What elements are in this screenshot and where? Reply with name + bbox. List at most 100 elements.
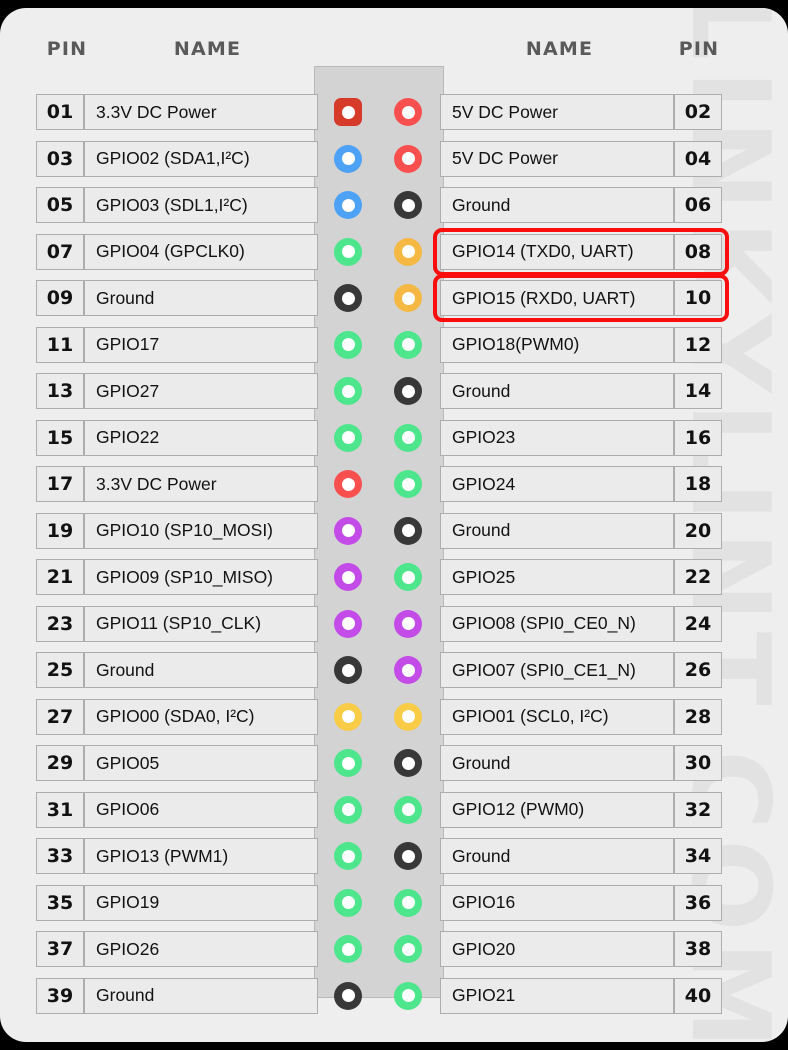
gpio-pad-right[interactable]: [394, 563, 422, 591]
pin-number-right: 30: [674, 745, 722, 781]
pin-name-right: GPIO16: [440, 884, 674, 921]
gpio-pad-right[interactable]: [394, 284, 422, 312]
pin-name-left: GPIO03 (SDL1,I²C): [84, 187, 318, 223]
pin-number-left: 27: [36, 698, 84, 735]
pin-number-left: 21: [36, 559, 84, 595]
table-row: 39 Ground GPIO21 40: [0, 977, 788, 1014]
gpio-pad-right[interactable]: [394, 191, 422, 219]
gpio-pad-left[interactable]: [334, 656, 362, 684]
gpio-pad-left[interactable]: [334, 609, 362, 638]
pin-number-left: 19: [36, 512, 84, 549]
gpio-pad-left[interactable]: [334, 470, 362, 498]
pin-number-right: 16: [674, 419, 722, 456]
gpio-pad-right[interactable]: [394, 702, 422, 731]
header-pin-left: PIN: [46, 38, 88, 60]
gpio-pad-right[interactable]: [394, 144, 422, 173]
pin-name-right: Ground: [440, 373, 674, 409]
pin-name-left: GPIO27: [84, 373, 318, 409]
gpio-pad-right[interactable]: [394, 609, 422, 638]
table-row: 35 GPIO19 GPIO16 36: [0, 884, 788, 921]
gpio-pad-right[interactable]: [394, 795, 422, 824]
gpio-pad-left[interactable]: [334, 516, 362, 545]
pin-number-left: 37: [36, 931, 84, 967]
gpio-pad-right[interactable]: [394, 656, 422, 684]
pin-name-left: 3.3V DC Power: [84, 94, 318, 130]
gpio-pad-right[interactable]: [394, 981, 422, 1010]
gpio-pad-left[interactable]: [334, 284, 362, 312]
gpio-pad-left[interactable]: [334, 330, 362, 359]
gpio-pad-left[interactable]: [334, 377, 362, 405]
pin-number-right: 22: [674, 559, 722, 595]
gpio-pad-left[interactable]: [334, 423, 362, 452]
gpio-pad-left[interactable]: [334, 981, 362, 1010]
gpio-pad-left[interactable]: [334, 749, 362, 777]
pin-name-left: GPIO17: [84, 326, 318, 363]
gpio-pad-left[interactable]: [334, 563, 362, 591]
gpio-pad-right[interactable]: [394, 842, 422, 870]
gpio-pad-right[interactable]: [394, 237, 422, 266]
gpio-pad-right[interactable]: [394, 470, 422, 498]
pin-number-left: 03: [36, 140, 84, 177]
pin-number-right: 06: [674, 187, 722, 223]
gpio-pad-left[interactable]: [334, 98, 362, 126]
pin-name-left: GPIO10 (SP10_MOSI): [84, 512, 318, 549]
gpio-pad-left[interactable]: [334, 702, 362, 731]
table-row: 01 3.3V DC Power 5V DC Power 02: [0, 94, 788, 130]
table-row: 29 GPIO05 Ground 30: [0, 745, 788, 781]
table-row: 27 GPIO00 (SDA0, I²C) GPIO01 (SCL0, I²C) 28: [0, 698, 788, 735]
pin-name-right: GPIO15 (RXD0, UART): [440, 280, 674, 316]
pin-number-left: 15: [36, 419, 84, 456]
pin-name-right: 5V DC Power: [440, 140, 674, 177]
pin-number-right: 40: [674, 977, 722, 1014]
pin-number-left: 23: [36, 605, 84, 642]
pin-number-left: 33: [36, 838, 84, 874]
table-row: 23 GPIO11 (SP10_CLK) GPIO08 (SPI0_CE0_N) 24: [0, 605, 788, 642]
pin-number-left: 07: [36, 233, 84, 270]
pin-number-left: 17: [36, 466, 84, 502]
pin-name-right: Ground: [440, 838, 674, 874]
table-row: 03 GPIO02 (SDA1,I²C) 5V DC Power 04: [0, 140, 788, 177]
table-row: 17 3.3V DC Power GPIO24 18: [0, 466, 788, 502]
pin-name-left: GPIO06: [84, 791, 318, 828]
pin-number-right: 12: [674, 326, 722, 363]
gpio-pad-right[interactable]: [394, 888, 422, 917]
pin-name-right: GPIO25: [440, 559, 674, 595]
table-row: 13 GPIO27 Ground 14: [0, 373, 788, 409]
pin-name-right: GPIO21: [440, 977, 674, 1014]
pin-number-left: 31: [36, 791, 84, 828]
pin-number-right: 08: [674, 233, 722, 270]
pin-name-right: GPIO07 (SPI0_CE1_N): [440, 652, 674, 688]
gpio-pad-right[interactable]: [394, 423, 422, 452]
gpio-pad-right[interactable]: [394, 330, 422, 359]
gpio-pad-right[interactable]: [394, 377, 422, 405]
gpio-pad-right[interactable]: [394, 516, 422, 545]
gpio-pad-right[interactable]: [394, 749, 422, 777]
gpio-pad-right[interactable]: [394, 935, 422, 963]
pin-name-left: GPIO22: [84, 419, 318, 456]
table-row: 09 Ground GPIO15 (RXD0, UART) 10: [0, 280, 788, 316]
pin-number-right: 14: [674, 373, 722, 409]
header-pin-right: PIN: [678, 38, 720, 60]
pin-name-right: Ground: [440, 745, 674, 781]
pin-number-left: 25: [36, 652, 84, 688]
pin-name-left: Ground: [84, 280, 318, 316]
pin-number-left: 35: [36, 884, 84, 921]
gpio-pad-left[interactable]: [334, 842, 362, 870]
table-row: 21 GPIO09 (SP10_MISO) GPIO25 22: [0, 559, 788, 595]
gpio-pad-left[interactable]: [334, 888, 362, 917]
gpio-pad-left[interactable]: [334, 191, 362, 219]
table-row: 05 GPIO03 (SDL1,I²C) Ground 06: [0, 187, 788, 223]
table-row: 37 GPIO26 GPIO20 38: [0, 931, 788, 967]
table-row: 15 GPIO22 GPIO23 16: [0, 419, 788, 456]
pinout-table: PIN NAME NAME PIN 01 3.3V DC Power 5V DC P…: [0, 8, 788, 1042]
pin-name-right: 5V DC Power: [440, 94, 674, 130]
pin-number-right: 02: [674, 94, 722, 130]
gpio-pad-left[interactable]: [334, 237, 362, 266]
gpio-pad-right[interactable]: [394, 98, 422, 126]
pin-name-left: Ground: [84, 652, 318, 688]
pin-name-left: GPIO13 (PWM1): [84, 838, 318, 874]
gpio-pad-left[interactable]: [334, 935, 362, 963]
gpio-pad-left[interactable]: [334, 795, 362, 824]
gpio-pad-left[interactable]: [334, 144, 362, 173]
pin-name-left: GPIO04 (GPCLK0): [84, 233, 318, 270]
